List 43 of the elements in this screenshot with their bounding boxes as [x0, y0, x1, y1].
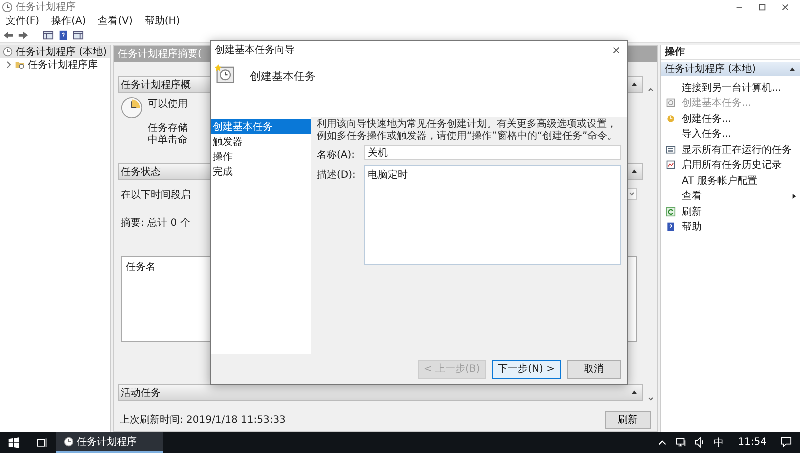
action-item[interactable]: AT 服务帐户配置 — [661, 173, 800, 188]
overview-text: 中单击命 — [148, 135, 188, 147]
dialog-title: 创建基本任务向导 — [215, 44, 295, 57]
wizard-step[interactable]: 完成 — [211, 164, 311, 179]
action-item[interactable]: 导入任务... — [661, 126, 800, 142]
refresh-button[interactable]: 刷新 — [605, 411, 651, 429]
field-label: 名称(A): — [317, 149, 356, 162]
menu-item[interactable]: 帮助(H) — [144, 14, 180, 28]
dialog-heading: 创建基本任务 — [250, 69, 316, 84]
column-header: 任务名 — [126, 262, 156, 273]
wizard-step[interactable]: 触发器 — [211, 134, 311, 149]
menu-item[interactable]: 查看(V) — [98, 14, 133, 28]
action-item[interactable]: 刷新 — [661, 204, 800, 220]
section-header[interactable]: 任务计划程序 (本地) — [661, 62, 800, 76]
wizard-step[interactable]: 创建基本任务 — [211, 119, 311, 134]
action-item[interactable]: 创建任务... — [661, 111, 800, 126]
clock-time[interactable]: 11:54 — [738, 437, 767, 448]
action-item[interactable]: 帮助 — [661, 220, 800, 235]
window-title: 任务计划程序 — [16, 0, 76, 14]
pane-header: 操作 — [661, 45, 800, 60]
section-header[interactable]: 活动任务 — [118, 384, 643, 401]
tree-item[interactable]: 任务计划程序库 — [0, 58, 110, 71]
taskbar-app[interactable]: 任务计划程序 — [56, 432, 163, 453]
period-label: 在以下时间段启 — [121, 188, 191, 202]
action-item[interactable]: 显示所有正在运行的任务 — [661, 142, 800, 158]
dialog-button[interactable]: 取消 — [567, 360, 621, 378]
summary-text: 摘要: 总计 0 个 — [121, 216, 192, 230]
overview-text: 任务存储 — [148, 123, 188, 134]
menu-item[interactable]: 操作(A) — [52, 14, 86, 28]
input-method-indicator[interactable]: 中 — [714, 436, 724, 450]
action-item[interactable]: 连接到另一台计算机... — [661, 80, 800, 96]
tree-item[interactable]: 任务计划程序 (本地) — [0, 45, 110, 58]
dialog-button[interactable]: 下一步(N) > — [492, 360, 561, 378]
action-item[interactable]: 启用所有任务历史记录 — [661, 158, 800, 173]
name-field[interactable]: 关机 — [364, 145, 621, 160]
description-field[interactable]: 电脑定时 — [364, 165, 621, 265]
menu-item[interactable]: 文件(F) — [6, 14, 40, 28]
overview-text: 可以使用 — [148, 99, 188, 111]
intro-text: 利用该向导快速地为常见任务创建计划。有关更多高级选项或设置，例如多任务操作或触发器，请使用“操作”窗格中的“创建任务”命令。 — [317, 119, 619, 143]
wizard-step[interactable]: 操作 — [211, 149, 311, 164]
action-item[interactable]: 查看 — [661, 188, 800, 204]
last-refresh-text: 上次刷新时间: 2019/1/18 11:53:33 — [120, 414, 286, 427]
field-label: 描述(D): — [317, 168, 357, 183]
